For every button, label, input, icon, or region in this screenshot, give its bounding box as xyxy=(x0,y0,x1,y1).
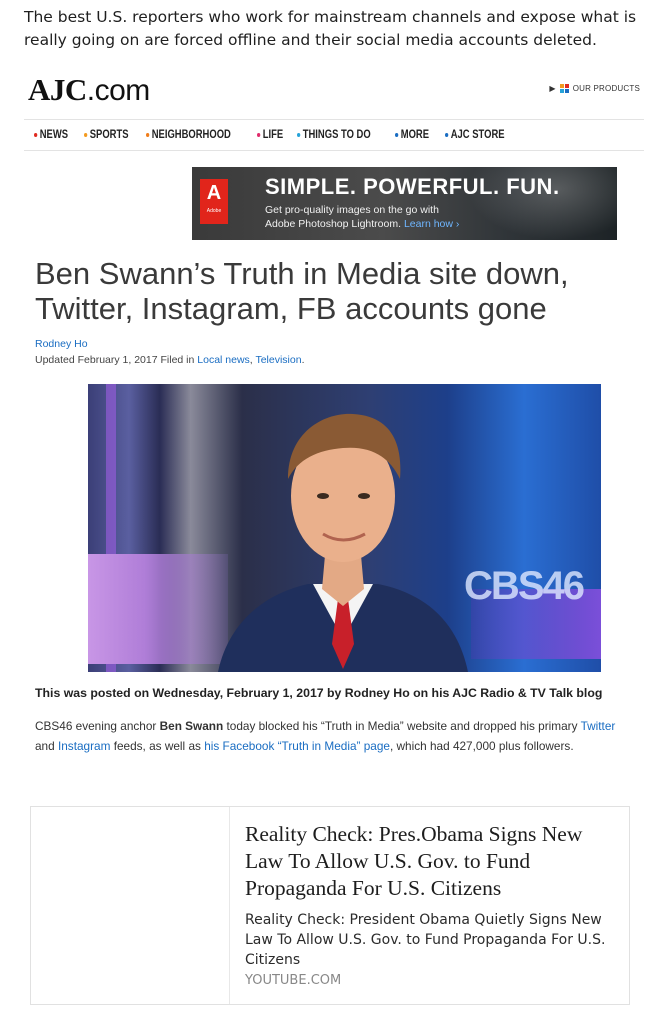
instagram-link[interactable]: Instagram xyxy=(58,739,110,753)
nav-bullet-icon xyxy=(297,132,301,137)
our-products-link[interactable]: ▶ OUR PRODUCTS xyxy=(549,84,640,93)
site-logo[interactable]: AJC.com xyxy=(28,72,150,108)
ad-line-2: Adobe Photoshop Lightroom. Learn how › xyxy=(265,218,460,230)
adobe-ad-banner[interactable]: A Adobe SIMPLE. POWERFUL. FUN. Get pro-q… xyxy=(192,167,617,240)
facebook-page-link[interactable]: his Facebook “Truth in Media” page xyxy=(204,739,390,753)
post-note: This was posted on Wednesday, February 1… xyxy=(35,686,603,700)
nav-item-life[interactable]: LIFE xyxy=(257,129,283,141)
nav-bullet-icon xyxy=(145,132,150,137)
link-preview-source: YOUTUBE.COM xyxy=(245,973,342,988)
logo-suffix: .com xyxy=(86,74,151,107)
our-products-label: OUR PRODUCTS xyxy=(572,84,640,93)
nav-item-things-to-do[interactable]: THINGS TO DO xyxy=(297,129,371,141)
post-intro-text: The best U.S. reporters who work for mai… xyxy=(24,8,637,49)
nav-bullet-icon xyxy=(257,132,261,137)
nav-item-ajc-store[interactable]: AJC STORE xyxy=(444,129,504,141)
adobe-logo-icon: A Adobe xyxy=(200,179,228,224)
nav-bullet-icon xyxy=(444,132,448,137)
ad-line-1: Get pro-quality images on the go with xyxy=(265,204,439,216)
article-body: CBS46 evening anchor Ben Swann today blo… xyxy=(35,719,616,753)
ad-headline: SIMPLE. POWERFUL. FUN. xyxy=(265,174,560,199)
site-masthead: AJC.com ▶ OUR PRODUCTS xyxy=(24,70,644,114)
article-headline: Ben Swann’s Truth in Media site down, Tw… xyxy=(35,256,569,326)
link-preview-card[interactable]: Reality Check: Pres.Obama Signs New Law … xyxy=(30,806,630,1005)
nav-bullet-icon xyxy=(395,132,399,137)
play-arrow-icon: ▶ xyxy=(549,84,556,93)
nav-item-sports[interactable]: SPORTS xyxy=(83,129,128,141)
link-preview-title: Reality Check: Pres.Obama Signs New Law … xyxy=(245,822,583,900)
nav-item-neighborhood[interactable]: NEIGHBORHOOD xyxy=(145,129,231,141)
nav-bullet-icon xyxy=(34,132,38,137)
nav-bullet-icon xyxy=(83,132,87,137)
main-nav: NEWS SPORTS NEIGHBORHOOD LIFE THINGS TO … xyxy=(24,119,644,151)
twitter-link[interactable]: Twitter xyxy=(581,719,616,733)
link-preview-thumbnail xyxy=(31,807,230,1004)
link-preview-description: Reality Check: President Obama Quietly S… xyxy=(245,912,606,968)
author-link[interactable]: Rodney Ho xyxy=(35,338,88,350)
nav-item-more[interactable]: MORE xyxy=(395,129,429,141)
ad-learn-how-link[interactable]: Learn how › xyxy=(404,218,459,230)
nav-item-news[interactable]: NEWS xyxy=(34,129,68,141)
article-meta: Updated February 1, 2017 Filed in Local … xyxy=(35,354,305,366)
anchor-portrait xyxy=(218,413,468,672)
logo-main: AJC xyxy=(28,72,87,107)
grid-dots-icon xyxy=(559,84,569,93)
category-link-television[interactable]: Television xyxy=(255,354,301,366)
article-photo: CBS46 xyxy=(88,384,601,672)
category-link-local-news[interactable]: Local news xyxy=(197,354,250,366)
